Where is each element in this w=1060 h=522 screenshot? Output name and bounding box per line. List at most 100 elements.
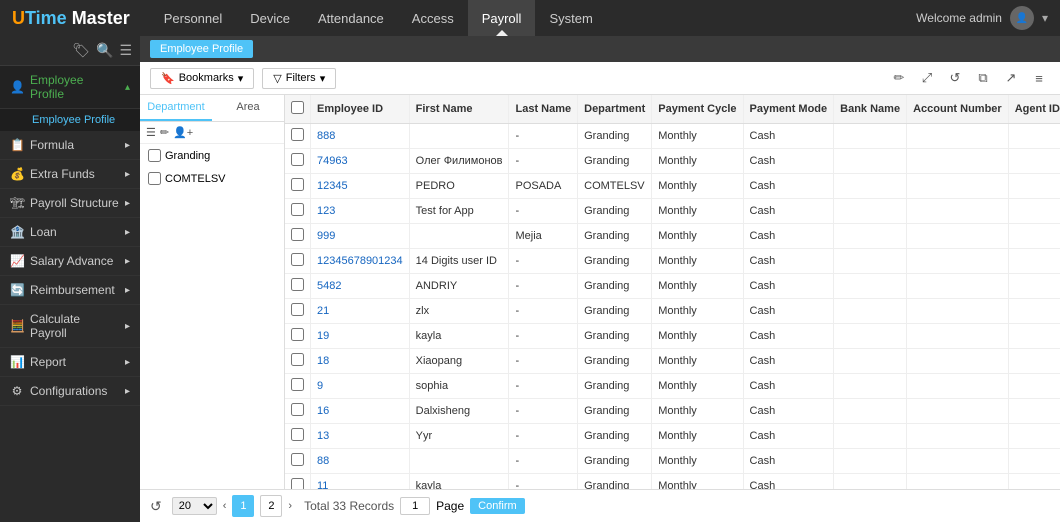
row-agent-id [1008, 224, 1060, 249]
row-payment-cycle: Monthly [652, 449, 743, 474]
avatar[interactable]: 👤 [1010, 6, 1034, 30]
sidebar-item-formula[interactable]: 📋 Formula ▸ [0, 131, 140, 160]
row-checkbox[interactable] [291, 228, 304, 241]
nav-system[interactable]: System [535, 0, 606, 36]
row-last-name: Mejia [509, 224, 578, 249]
row-department: Granding [578, 374, 652, 399]
row-first-name: Dalxisheng [409, 399, 509, 424]
row-checkbox[interactable] [291, 253, 304, 266]
sidebar-item-configurations[interactable]: ⚙ Configurations ▸ [0, 377, 140, 406]
row-bank-name [834, 324, 907, 349]
page-1-button[interactable]: 1 [232, 495, 254, 517]
row-department: Granding [578, 149, 652, 174]
col-first-name: First Name [409, 95, 509, 124]
pagination-bar: ↺ 20 50 100 ‹ 1 2 › Total 33 Records Pag… [140, 489, 1060, 522]
row-first-name [409, 224, 509, 249]
row-first-name: kayla [409, 324, 509, 349]
row-agent-id [1008, 399, 1060, 424]
row-agent-id [1008, 349, 1060, 374]
row-department: Granding [578, 274, 652, 299]
page-2-button[interactable]: 2 [260, 495, 282, 517]
breadcrumb-tab[interactable]: Employee Profile [150, 40, 253, 58]
nav-device[interactable]: Device [236, 0, 304, 36]
row-checkbox[interactable] [291, 478, 304, 489]
row-employee-id: 12345678901234 [311, 249, 410, 274]
sidebar-item-calculate-payroll[interactable]: 🧮 Calculate Payroll ▸ [0, 305, 140, 348]
list-icon[interactable]: ☰ [146, 126, 156, 139]
nav-personnel[interactable]: Personnel [150, 0, 237, 36]
row-checkbox[interactable] [291, 403, 304, 416]
nav-attendance[interactable]: Attendance [304, 0, 398, 36]
row-last-name: - [509, 274, 578, 299]
confirm-button[interactable]: Confirm [470, 498, 525, 514]
page-size-select[interactable]: 20 50 100 [172, 497, 217, 515]
tab-area[interactable]: Area [212, 95, 284, 121]
page-number-input[interactable] [400, 497, 430, 515]
top-nav: UTime Master Personnel Device Attendance… [0, 0, 1060, 36]
chevron-right-icon: ▸ [125, 285, 130, 296]
chevron-down-icon: ▾ [238, 72, 244, 85]
row-last-name: - [509, 374, 578, 399]
row-payment-mode: Cash [743, 424, 834, 449]
row-checkbox[interactable] [291, 428, 304, 441]
row-checkbox-cell [285, 274, 311, 299]
search-icon[interactable]: 🔍 [96, 42, 113, 59]
row-checkbox[interactable] [291, 378, 304, 391]
table-row: 88 - Granding Monthly Cash ✔ [285, 449, 1060, 474]
sidebar-item-reimbursement[interactable]: 🔄 Reimbursement ▸ [0, 276, 140, 305]
add-dept-icon[interactable]: 👤+ [173, 126, 193, 139]
share-icon[interactable]: ↗ [1000, 67, 1022, 89]
row-bank-name [834, 299, 907, 324]
calculate-icon: 🧮 [10, 319, 24, 333]
row-employee-id: 21 [311, 299, 410, 324]
row-checkbox[interactable] [291, 303, 304, 316]
select-all-checkbox[interactable] [291, 101, 304, 114]
row-checkbox[interactable] [291, 203, 304, 216]
row-employee-id: 5482 [311, 274, 410, 299]
nav-links: Personnel Device Attendance Access Payro… [150, 0, 916, 36]
dept-item-granding[interactable]: Granding [140, 144, 284, 167]
row-checkbox[interactable] [291, 353, 304, 366]
refresh-icon[interactable]: ↺ [944, 67, 966, 89]
sidebar-item-employee-profile[interactable]: 👤 Employee Profile ▴ [0, 66, 140, 109]
refresh-pagination-icon[interactable]: ↺ [150, 498, 162, 515]
row-bank-name [834, 174, 907, 199]
tag-icon[interactable]: 🏷 [72, 42, 90, 59]
row-department: Granding [578, 124, 652, 149]
sidebar-item-salary-advance[interactable]: 📈 Salary Advance ▸ [0, 247, 140, 276]
row-payment-cycle: Monthly [652, 174, 743, 199]
sidebar-item-report[interactable]: 📊 Report ▸ [0, 348, 140, 377]
sidebar-sub-item-employee-profile[interactable]: Employee Profile [24, 109, 140, 131]
row-checkbox[interactable] [291, 328, 304, 341]
edit-dept-icon[interactable]: ✏ [160, 126, 169, 139]
filter-icon: ▽ [273, 72, 281, 85]
row-checkbox[interactable] [291, 278, 304, 291]
row-last-name: - [509, 474, 578, 490]
bookmarks-button[interactable]: 🔖 Bookmarks ▾ [150, 68, 254, 89]
row-checkbox[interactable] [291, 128, 304, 141]
sidebar-item-loan[interactable]: 🏦 Loan ▸ [0, 218, 140, 247]
more-icon[interactable]: ≡ [1028, 67, 1050, 89]
edit-icon[interactable]: ✏ [888, 67, 910, 89]
filters-button[interactable]: ▽ Filters ▾ [262, 68, 336, 89]
chevron-right-icon: ▸ [125, 321, 130, 332]
row-checkbox-cell [285, 349, 311, 374]
row-employee-id: 18 [311, 349, 410, 374]
row-agent-id [1008, 249, 1060, 274]
dept-checkbox-granding[interactable] [148, 149, 161, 162]
dept-checkbox-comtelsv[interactable] [148, 172, 161, 185]
expand-icon[interactable]: ⤢ [916, 67, 938, 89]
menu-icon[interactable]: ☰ [119, 42, 132, 59]
row-checkbox[interactable] [291, 178, 304, 191]
row-checkbox[interactable] [291, 453, 304, 466]
dept-item-comtelsv[interactable]: COMTELSV [140, 167, 284, 190]
sidebar-item-extra-funds[interactable]: 💰 Extra Funds ▸ [0, 160, 140, 189]
row-checkbox[interactable] [291, 153, 304, 166]
tab-department[interactable]: Department [140, 95, 212, 121]
sidebar-item-label: Employee Profile [30, 73, 119, 101]
nav-payroll[interactable]: Payroll [468, 0, 536, 36]
sidebar-item-payroll-structure[interactable]: 🏗 Payroll Structure ▸ [0, 189, 140, 218]
nav-access[interactable]: Access [398, 0, 468, 36]
copy-icon[interactable]: ⧉ [972, 67, 994, 89]
table-row: 18 Xiaopang - Granding Monthly Cash ✔ [285, 349, 1060, 374]
